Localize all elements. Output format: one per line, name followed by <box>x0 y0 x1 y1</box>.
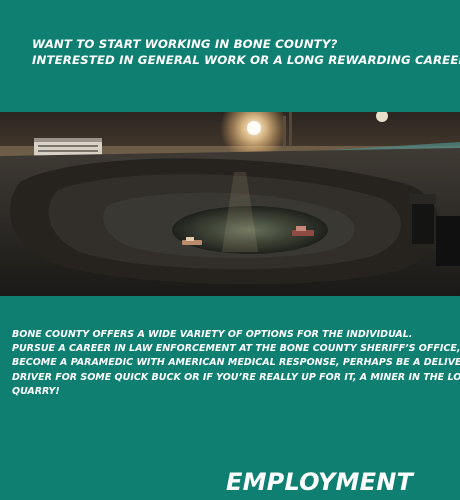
career-description: BONE COUNTY OFFERS A WIDE VARIETY OF OPT… <box>12 328 460 399</box>
description-line: PURSUE A CAREER IN LAW ENFORCEMENT AT TH… <box>12 343 460 355</box>
description-line: BONE COUNTY OFFERS A WIDE VARIETY OF OPT… <box>12 329 413 340</box>
description-line: DRIVER FOR SOME QUICK BUCK OR IF YOU’RE … <box>12 371 460 383</box>
description-line: BECOME A PARAMEDIC WITH AMERICAN MEDICAL… <box>12 357 460 369</box>
header-question-1: WANT TO START WORKING IN BONE COUNTY? <box>32 37 338 51</box>
description-line: QUARRY! <box>12 385 60 397</box>
header-banner: WANT TO START WORKING IN BONE COUNTY? IN… <box>0 0 460 112</box>
employment-title: EMPLOYMENT <box>226 468 414 496</box>
quarry-scene-image <box>0 112 460 296</box>
header-question-2: INTERESTED IN GENERAL WORK OR A LONG REW… <box>32 53 460 67</box>
